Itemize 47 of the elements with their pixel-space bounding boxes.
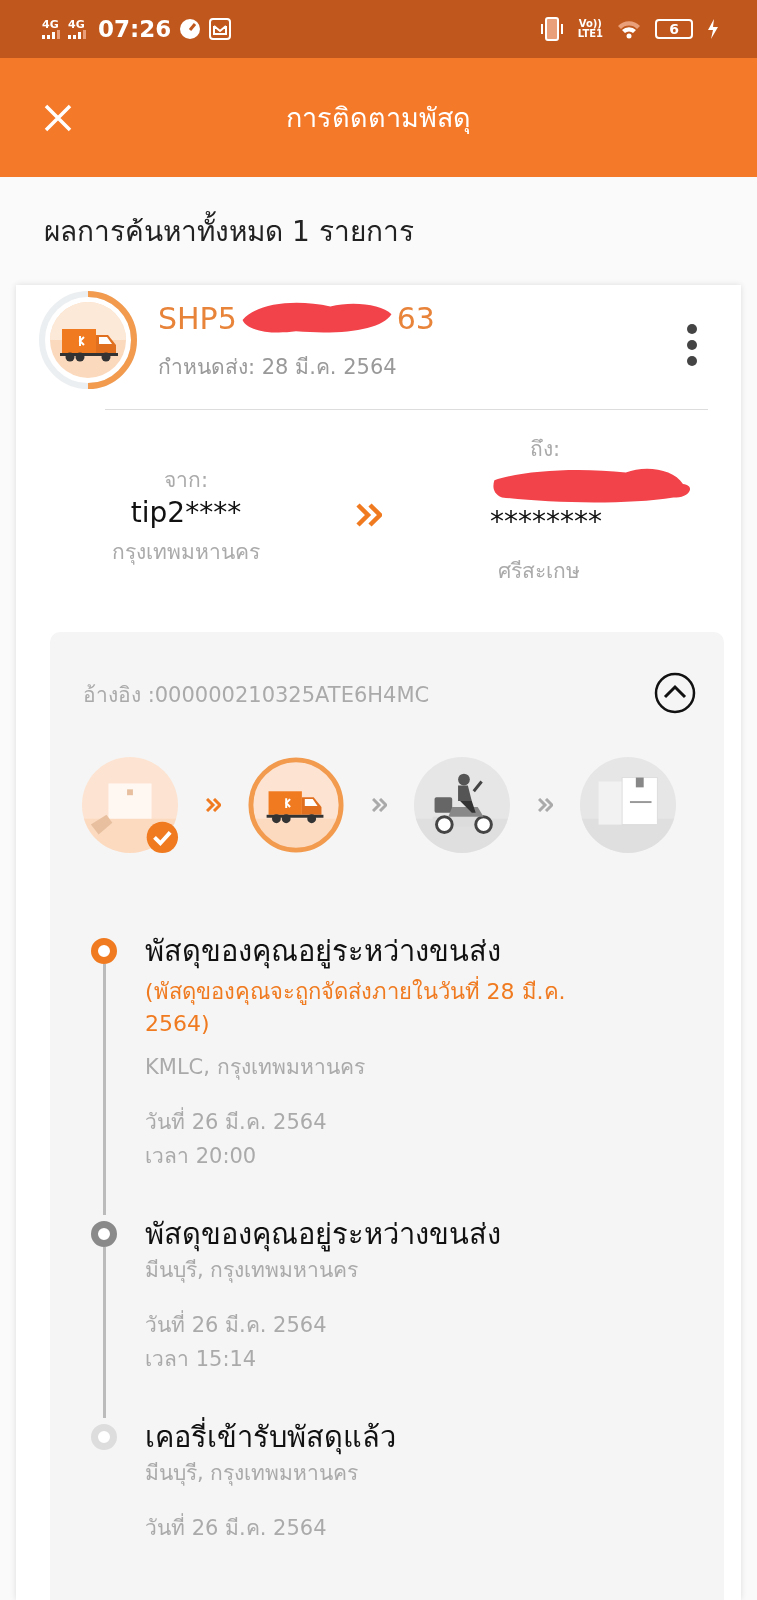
- tracking-number-end: 63: [396, 300, 435, 336]
- screen-title: การติดตามพัสดุ: [286, 101, 471, 136]
- event-date: วันที่ 26 มี.ค. 2564: [145, 1308, 501, 1342]
- close-icon: [43, 103, 73, 133]
- double-chevron-icon: [537, 798, 553, 812]
- chevron-up-icon: [654, 671, 696, 714]
- to-label: ถึง:: [530, 435, 561, 463]
- delivery-note: (พัสดุของคุณจะถูกจัดส่งภายในวันที่ 28 มี.ค. 2564): [145, 976, 605, 1040]
- timeline-dot: [91, 1424, 117, 1450]
- event-time: เวลา 20:00: [145, 1143, 258, 1170]
- timeline-dot: [91, 938, 117, 964]
- mail-icon: [209, 18, 232, 40]
- status-time: 07:26: [98, 16, 172, 42]
- event-location: มีนบุรี, กรุงเทพมหานคร: [145, 1257, 360, 1285]
- wifi-icon: [617, 19, 641, 39]
- result-count: ผลการค้นหาทั้งหมด 1 รายการ: [44, 209, 414, 253]
- reference-number: อ้างอิง :000000210325ATE6H4MC: [83, 681, 430, 709]
- charging-icon: [707, 19, 719, 39]
- event-date: วันที่ 26 มี.ค. 2564: [145, 1511, 396, 1545]
- from-label: จาก:: [163, 466, 209, 494]
- double-chevron-icon: [356, 503, 382, 527]
- vibrate-icon: [539, 17, 564, 41]
- event-location: KMLC, กรุงเทพมหานคร: [145, 1054, 366, 1082]
- due-date: กำหนดส่ง: 28 มี.ค. 2564: [158, 354, 398, 381]
- double-chevron-icon: [205, 798, 221, 812]
- signal-icon: [68, 30, 86, 39]
- timeline-dot: [91, 1221, 117, 1247]
- event-title: พัสดุของคุณอยู่ระหว่างขนส่ง: [145, 1216, 501, 1253]
- event-time: เวลา 15:14: [145, 1346, 258, 1373]
- event-title: เคอรี่เข้ารับพัสดุแล้ว: [145, 1418, 396, 1456]
- signal-indicator: 4G: [68, 19, 86, 39]
- event-location: มีนบุรี, กรุงเทพมหานคร: [145, 1460, 360, 1488]
- recipient-city: ศรีสะเกษ: [498, 557, 580, 585]
- double-chevron-icon: [371, 798, 387, 812]
- recipient-name: ********: [490, 504, 602, 538]
- event-date: วันที่ 26 มี.ค. 2564: [145, 1105, 605, 1139]
- signal-indicator: 4G: [42, 19, 60, 39]
- battery-indicator: 6: [655, 19, 693, 39]
- sender-city: กรุงเทพมหานคร: [112, 538, 260, 567]
- parcel-status-icon: [38, 290, 138, 390]
- gauge-icon: [179, 18, 202, 40]
- volte-indicator: Vo)) LTE1: [577, 19, 603, 39]
- more-icon: [687, 324, 697, 366]
- tracking-number-start: SHP5: [158, 300, 237, 336]
- sender-name: tip2****: [130, 495, 242, 529]
- event-title: พัสดุของคุณอยู่ระหว่างขนส่ง: [145, 933, 502, 970]
- signal-icon: [42, 30, 60, 39]
